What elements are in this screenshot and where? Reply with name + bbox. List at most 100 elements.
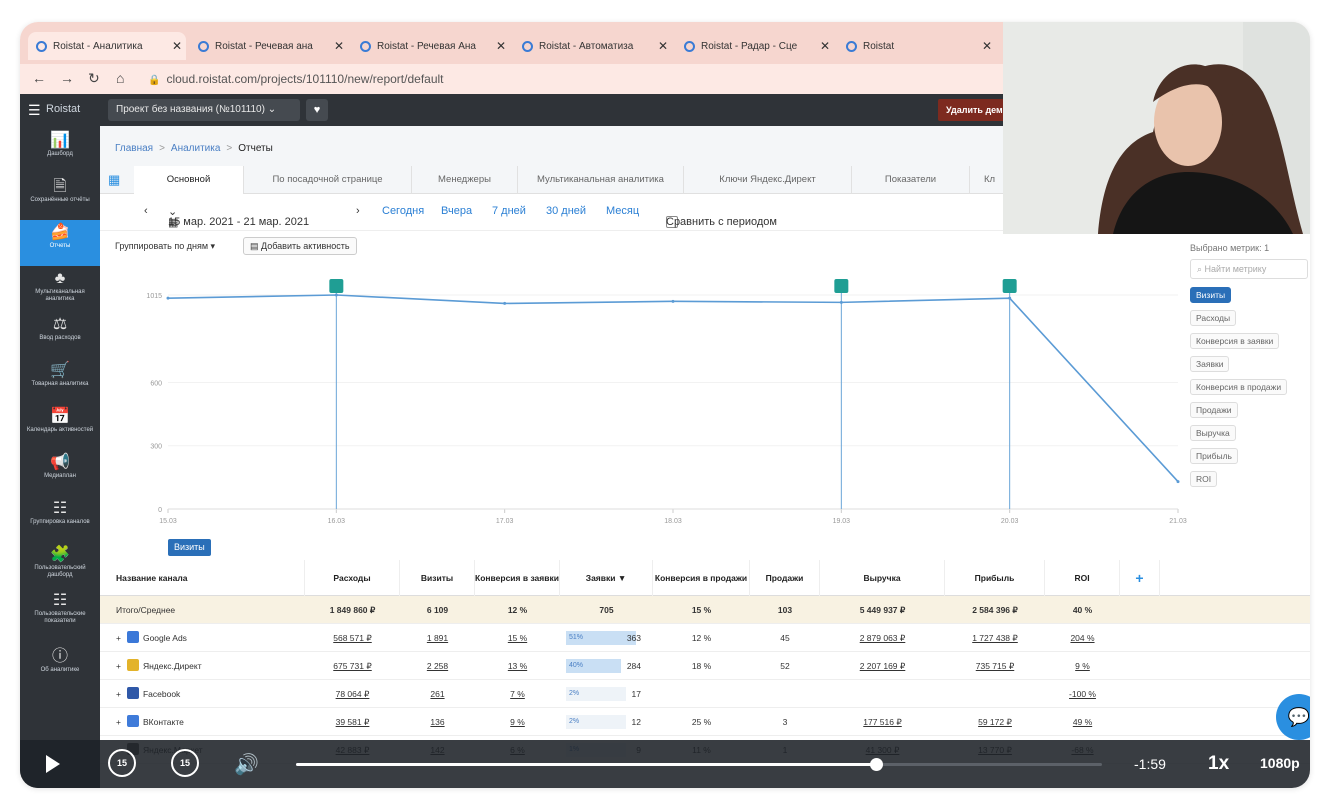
channel-name-cell[interactable]: + Яндекс.Директ <box>100 652 305 680</box>
next-period-icon[interactable]: › <box>356 205 360 217</box>
menu-icon[interactable]: ☰ <box>28 102 41 119</box>
report-tab[interactable]: Ключи Яндекс.Директ <box>684 166 852 194</box>
back-icon[interactable]: ← <box>32 70 46 86</box>
column-header[interactable]: Прибыль <box>945 560 1045 596</box>
close-icon[interactable]: ✕ <box>654 39 672 53</box>
sidebar-item[interactable]: 📊 Дашборд <box>20 128 100 174</box>
sidebar-item-icon: ☷ <box>52 500 68 517</box>
column-header[interactable]: Выручка <box>820 560 945 596</box>
grid-icon[interactable]: ▦ <box>108 172 120 188</box>
expand-icon[interactable]: + <box>116 661 121 671</box>
sidebar-item[interactable]: 🗎 Сохранённые отчёты <box>20 174 100 220</box>
period-month[interactable]: Месяц <box>606 205 639 217</box>
close-icon[interactable]: ✕ <box>168 39 186 53</box>
period-7-days[interactable]: 7 дней <box>492 205 526 217</box>
progress-handle[interactable] <box>870 758 884 771</box>
sidebar-item[interactable]: 📅 Календарь активностей <box>20 404 100 450</box>
url-field[interactable]: 🔒 cloud.roistat.com/projects/101110/new/r… <box>148 72 444 86</box>
metric-chip[interactable]: Выручка <box>1190 425 1236 441</box>
sidebar-item[interactable]: 📢 Медиаплан <box>20 450 100 496</box>
rewind-15-button[interactable]: 15 <box>108 749 136 777</box>
report-tab[interactable]: По посадочной странице <box>244 166 412 194</box>
sidebar-item[interactable]: 🧩 Пользовательский дашборд <box>20 542 100 588</box>
delete-demo-button[interactable]: Удалить демо <box>938 99 1008 121</box>
playback-speed-button[interactable]: 1x <box>1208 753 1229 775</box>
sidebar-item[interactable]: 🛒 Товарная аналитика <box>20 358 100 404</box>
data-point <box>1008 296 1012 300</box>
metric-chip[interactable]: Прибыль <box>1190 448 1238 464</box>
column-header[interactable]: Расходы <box>305 560 400 596</box>
table-cell: 13 % <box>475 652 560 680</box>
quality-button[interactable]: 1080p <box>1260 755 1300 771</box>
metric-chip[interactable]: Расходы <box>1190 310 1237 326</box>
activity-marker-icon <box>1002 279 1017 293</box>
close-icon[interactable]: ✕ <box>816 39 834 53</box>
forward-15-button[interactable]: 15 <box>171 749 199 777</box>
close-icon[interactable]: ✕ <box>330 39 348 53</box>
column-header[interactable]: Конверсия в заявки <box>475 560 560 596</box>
project-select[interactable]: Проект без названия (№101110) ⌄ <box>108 99 300 121</box>
channel-name-cell[interactable]: + Facebook <box>100 680 305 708</box>
metric-chip[interactable]: Продажи <box>1190 402 1238 418</box>
report-tab[interactable]: Основной <box>134 166 244 194</box>
home-icon[interactable]: ⌂ <box>116 70 124 86</box>
report-tab[interactable]: Показатели <box>852 166 970 194</box>
forward-icon[interactable]: → <box>60 70 74 86</box>
play-icon[interactable] <box>46 755 60 773</box>
progress-track[interactable] <box>296 758 1102 771</box>
table-row[interactable]: + Facebook 78 064 ₽ 261 7 % 2% 17 -100 % <box>100 680 1310 708</box>
reload-icon[interactable]: ↻ <box>88 70 100 87</box>
metric-chip[interactable]: Заявки <box>1190 356 1230 372</box>
metric-chip[interactable]: Конверсия в продажи <box>1190 379 1288 395</box>
column-header[interactable]: Продажи <box>750 560 820 596</box>
date-range-picker[interactable]: ▦ 15 мар. 2021 - 21 мар. 2021 ⌄ <box>168 205 309 229</box>
add-column-icon[interactable]: + <box>1120 560 1160 596</box>
sidebar-item[interactable]: ♣ Мультиканальная аналитика <box>20 266 100 312</box>
close-icon[interactable]: ✕ <box>492 39 510 53</box>
report-tab[interactable]: Менеджеры <box>412 166 518 194</box>
prev-period-icon[interactable]: ‹ <box>144 205 148 217</box>
period-yesterday[interactable]: Вчера <box>441 205 472 217</box>
sidebar-item[interactable]: ☷ Пользовательские показатели <box>20 588 100 634</box>
table-row[interactable]: + ВКонтакте 39 581 ₽ 136 9 % 2% 12 25 % 3 177 516… <box>100 708 1310 736</box>
column-header[interactable]: ROI <box>1045 560 1120 596</box>
metric-chip[interactable]: ROI <box>1190 471 1218 487</box>
table-row[interactable]: + Google Ads 568 571 ₽ 1 891 15 % 51% 363 12 % 4… <box>100 624 1310 652</box>
browser-tab[interactable]: Roistat - Речевая ана ✕ <box>190 32 348 60</box>
sidebar-item[interactable]: ⚖ Ввод расходов <box>20 312 100 358</box>
favorite-button[interactable]: ♥ <box>306 99 328 121</box>
browser-tab[interactable]: Roistat - Речевая Ана ✕ <box>352 32 510 60</box>
expand-icon[interactable]: + <box>116 689 121 699</box>
table-cell: 59 172 ₽ <box>945 708 1045 736</box>
channel-name-cell[interactable]: + ВКонтакте <box>100 708 305 736</box>
column-header[interactable]: Заявки ▼ <box>560 560 653 596</box>
metric-search-input[interactable]: ⌕ Найти метрику <box>1190 259 1308 279</box>
period-30-days[interactable]: 30 дней <box>546 205 586 217</box>
table-cell: 40 % <box>1045 596 1120 624</box>
channel-name-cell[interactable]: + Google Ads <box>100 624 305 652</box>
metric-chip[interactable]: Визиты <box>1190 287 1232 303</box>
expand-icon[interactable]: + <box>116 717 121 727</box>
breadcrumb-home[interactable]: Главная <box>115 143 153 154</box>
period-today[interactable]: Сегодня <box>382 205 424 217</box>
search-icon: ⌕ <box>1197 264 1205 274</box>
browser-tab[interactable]: Roistat ✕ <box>838 32 996 60</box>
sidebar-item[interactable]: ☷ Группировка каналов <box>20 496 100 542</box>
browser-tab[interactable]: Roistat - Аналитика ✕ <box>28 32 186 60</box>
expand-icon[interactable]: + <box>116 633 121 643</box>
sidebar-item[interactable]: ⓘ Об аналитике <box>20 644 100 690</box>
table-row[interactable]: + Яндекс.Директ 675 731 ₽ 2 258 13 % 40% 284 18… <box>100 652 1310 680</box>
report-tab[interactable]: Мультиканальная аналитика <box>518 166 684 194</box>
breadcrumb-section[interactable]: Аналитика <box>171 143 221 154</box>
close-icon[interactable]: ✕ <box>978 39 996 53</box>
browser-tab[interactable]: Roistat - Радар - Сце ✕ <box>676 32 834 60</box>
column-header[interactable]: Визиты <box>400 560 475 596</box>
column-header[interactable]: Конверсия в продажи <box>653 560 750 596</box>
legend-visits[interactable]: Визиты <box>168 539 211 556</box>
volume-icon[interactable]: 🔊 <box>234 752 259 777</box>
browser-tab[interactable]: Roistat - Автоматиза ✕ <box>514 32 672 60</box>
column-header[interactable]: Название канала <box>100 560 305 596</box>
table-cell: 39 581 ₽ <box>305 708 400 736</box>
sidebar-item[interactable]: 🍰 Отчеты <box>20 220 100 266</box>
metric-chip[interactable]: Конверсия в заявки <box>1190 333 1280 349</box>
